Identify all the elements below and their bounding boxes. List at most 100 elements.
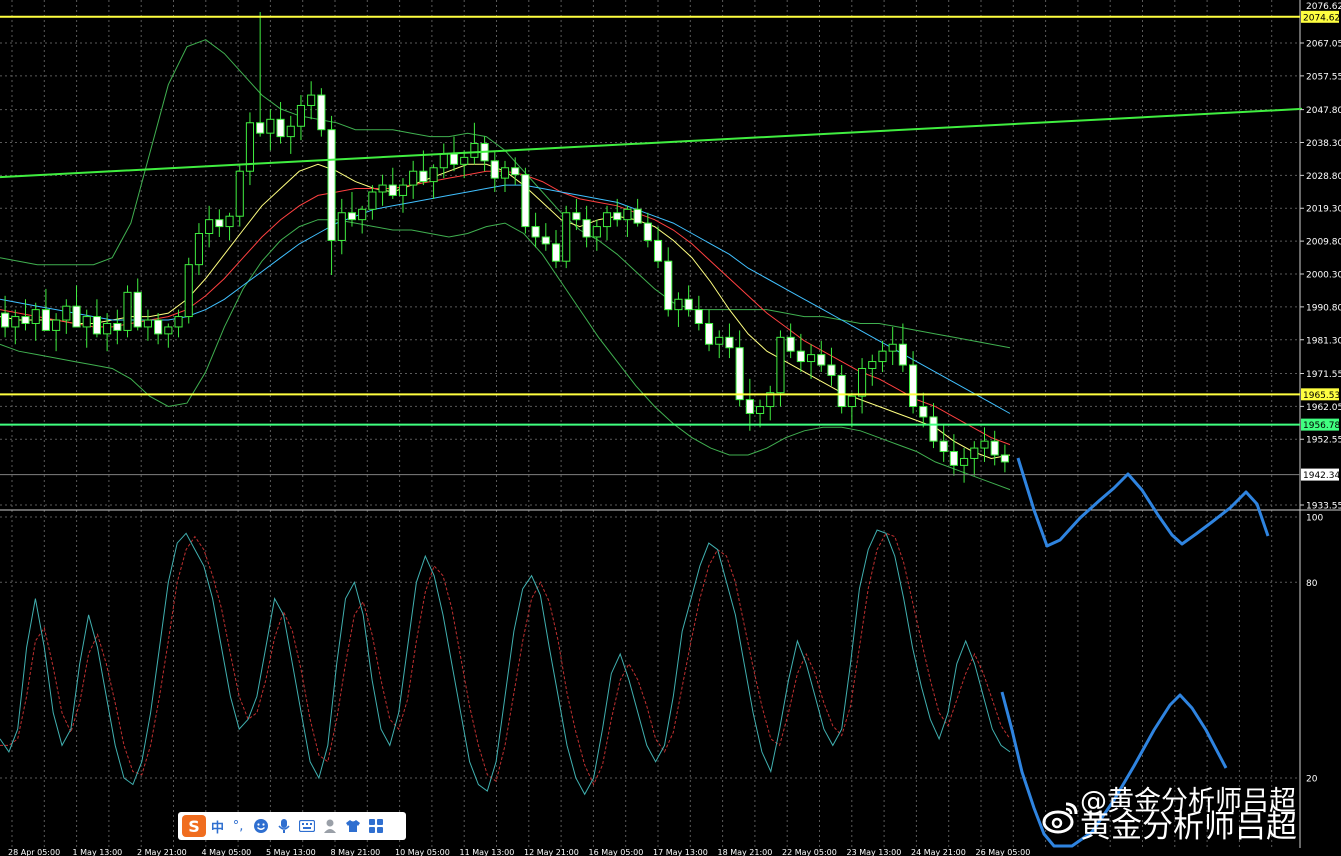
candle-body	[368, 191, 377, 210]
level-tag-label: 1965.53	[1303, 391, 1340, 401]
price-tick-label: 1952.55	[1306, 436, 1341, 446]
price-tick-label: 2038.30	[1306, 139, 1341, 149]
candle-body	[664, 260, 673, 311]
price-tick-label: 1962.05	[1306, 403, 1341, 413]
candle-body	[837, 374, 846, 408]
ime-toolbar[interactable]: S 中 °,	[178, 812, 406, 840]
candle-body	[715, 336, 724, 345]
language-toggle[interactable]: 中	[211, 817, 224, 836]
candle-body	[919, 406, 928, 418]
candle-body	[541, 236, 550, 245]
candle-body	[562, 212, 571, 262]
stochastic-main-line	[0, 529, 1011, 796]
date-label: 2 May 21:00	[137, 848, 187, 856]
candle-body	[490, 160, 499, 179]
candle-body	[92, 316, 101, 335]
weibo-logo-icon	[1042, 802, 1078, 834]
price-tick-label: 2009.80	[1306, 238, 1341, 248]
candle-body	[398, 184, 408, 196]
candle-body	[296, 104, 306, 127]
watermark-name: 黄金分析师吕超	[1080, 809, 1297, 845]
date-label: 23 May 13:00	[847, 848, 902, 856]
keyboard-icon[interactable]	[298, 817, 316, 835]
candle-body	[817, 354, 826, 366]
date-label: 18 May 21:00	[718, 848, 773, 856]
date-label: 24 May 21:00	[911, 848, 966, 856]
candle-body	[633, 208, 642, 224]
candle-body	[878, 350, 887, 363]
candle-body	[796, 350, 805, 363]
level-tag-label: 1956.78	[1303, 421, 1340, 431]
level-tag-label: 2074.62	[1303, 13, 1340, 23]
time-axis: 28 Apr 05:00 1 May 13:00 2 May 21:00 4 May …	[8, 848, 1030, 856]
emoji-icon[interactable]	[252, 817, 270, 835]
candle-body	[704, 322, 714, 345]
candle-body	[358, 208, 367, 221]
candle-body	[725, 336, 734, 349]
candle-body	[653, 239, 663, 262]
price-tick-label: 2000.30	[1306, 271, 1341, 281]
candle-body	[72, 305, 81, 328]
candle-body	[31, 309, 40, 324]
candle-body	[419, 170, 428, 183]
candle-body	[500, 167, 510, 179]
candle-body	[123, 291, 132, 331]
price-axis-top-label: 2076.62	[1306, 2, 1341, 12]
bollinger-lower-line	[0, 219, 1011, 491]
candle-body	[868, 361, 877, 369]
date-label: 8 May 21:00	[331, 848, 381, 856]
candle-body	[21, 316, 30, 324]
punctuation-icon[interactable]: °,	[229, 817, 247, 835]
date-label: 12 May 21:00	[524, 848, 579, 856]
apps-icon[interactable]	[367, 817, 385, 835]
price-tick-label: 2028.80	[1306, 172, 1341, 182]
candle-body	[449, 153, 459, 165]
date-label: 16 May 05:00	[589, 848, 644, 856]
candle-body	[572, 212, 581, 221]
date-label: 26 May 05:00	[976, 848, 1031, 856]
candle-body	[225, 215, 234, 228]
candle-body	[133, 291, 142, 328]
candle-body	[684, 298, 693, 311]
date-label: 28 Apr 05:00	[8, 848, 60, 856]
candle-body	[745, 399, 754, 414]
price-tick-label: 2047.80	[1306, 106, 1341, 116]
price-tick-label: 1990.80	[1306, 303, 1341, 313]
candle-body	[286, 125, 295, 138]
candle-body	[755, 406, 765, 414]
user-icon[interactable]	[321, 817, 339, 835]
candle-body	[551, 243, 561, 262]
trading-chart[interactable]: 2074.62 1965.53 1956.78 1942.34 2076.62 2067.…	[0, 0, 1341, 856]
watermark: @黄金分析师吕超 黄金分析师吕超	[1042, 788, 1334, 844]
stochastic-tick-label: 100	[1306, 514, 1323, 524]
candle-body	[327, 129, 336, 241]
candle-body	[674, 298, 683, 311]
candle-body	[347, 212, 357, 221]
candle-body	[643, 222, 652, 241]
candle-body	[980, 440, 989, 449]
sogou-logo-icon[interactable]: S	[182, 815, 206, 837]
candle-body	[154, 319, 163, 335]
date-label: 1 May 13:00	[73, 848, 123, 856]
price-tick-label: 1971.55	[1306, 370, 1341, 380]
shirt-icon[interactable]	[344, 817, 362, 835]
stochastic-tick-label: 80	[1306, 579, 1318, 589]
candle-body	[62, 305, 71, 321]
microphone-icon[interactable]	[275, 817, 293, 835]
candle-body	[970, 447, 979, 459]
level-tag-label: 1942.34	[1303, 471, 1340, 481]
candle-body	[266, 118, 275, 134]
price-tick-label: 1933.55	[1306, 502, 1341, 512]
candle-body	[939, 440, 948, 453]
candle-body	[735, 347, 744, 401]
candle-body	[949, 451, 958, 466]
candle-body	[602, 212, 612, 228]
candle-body	[582, 219, 591, 238]
candle-body	[909, 364, 918, 408]
candle-body	[613, 212, 622, 221]
candle-body	[888, 343, 897, 352]
date-label: 17 May 13:00	[653, 848, 708, 856]
price-tick-label: 2067.05	[1306, 40, 1341, 50]
candle-body	[337, 212, 346, 241]
candle-body	[460, 156, 469, 165]
